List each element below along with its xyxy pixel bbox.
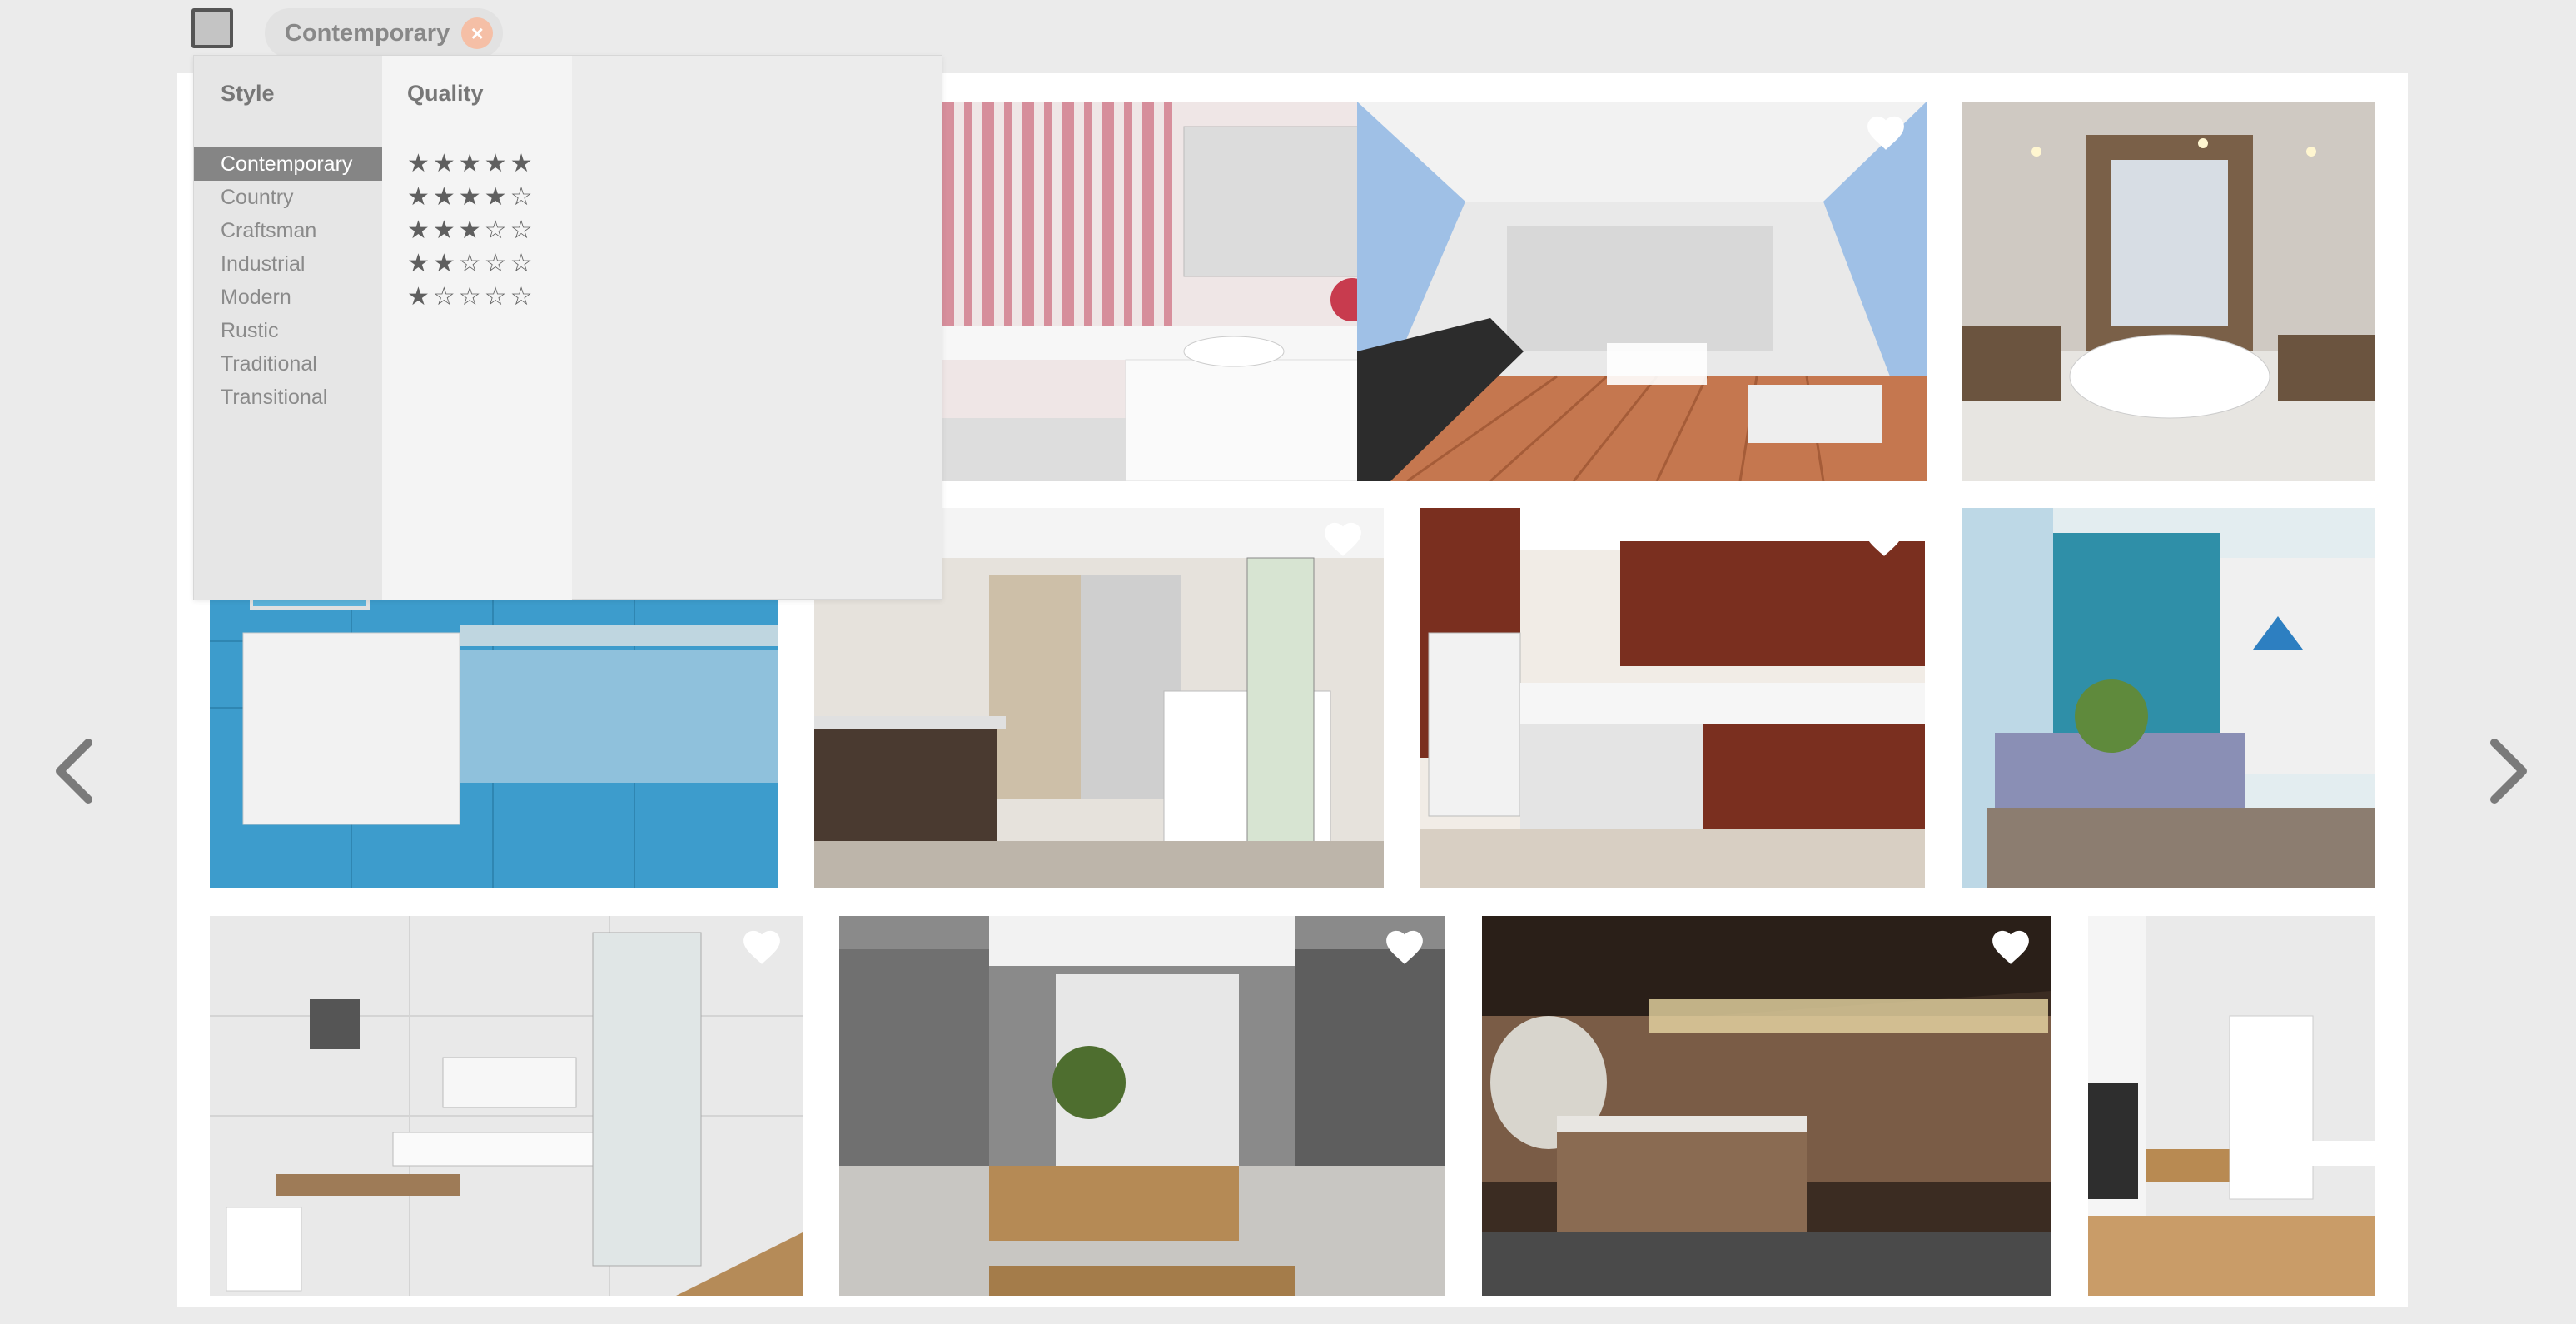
style-option[interactable]: Transitional xyxy=(194,381,382,414)
gallery-tile[interactable] xyxy=(1962,102,2375,481)
style-header: Style xyxy=(221,81,275,106)
tile-image xyxy=(1420,508,1925,888)
tile-image xyxy=(1482,916,2051,1296)
quality-option-1-star[interactable]: ★☆☆☆☆ xyxy=(407,281,535,314)
tile-image xyxy=(839,916,1445,1296)
heart-icon[interactable] xyxy=(1384,928,1425,966)
tile-image xyxy=(1962,508,2375,888)
gallery-tile[interactable] xyxy=(1482,916,2051,1296)
gallery-tile[interactable] xyxy=(1420,508,1925,888)
quality-option-4-stars[interactable]: ★★★★☆ xyxy=(407,181,535,214)
active-filter-chip: Contemporary × xyxy=(265,8,504,58)
gallery-tile[interactable] xyxy=(2088,916,2375,1296)
style-option[interactable]: Craftsman xyxy=(194,214,382,247)
chevron-right-icon[interactable] xyxy=(2483,738,2533,804)
gallery-tile[interactable] xyxy=(1357,102,1927,481)
gallery-tile[interactable] xyxy=(210,916,803,1296)
heart-icon[interactable] xyxy=(1990,928,2031,966)
quality-option-3-stars[interactable]: ★★★☆☆ xyxy=(407,214,535,247)
menu-square-icon[interactable] xyxy=(191,8,233,48)
quality-column: Quality ★★★★★ ★★★★☆ ★★★☆☆ ★★☆☆☆ ★☆☆☆☆ xyxy=(382,56,572,600)
style-option[interactable]: Industrial xyxy=(194,247,382,281)
quality-option-2-stars[interactable]: ★★☆☆☆ xyxy=(407,247,535,281)
gallery-tile[interactable] xyxy=(1962,508,2375,888)
quality-header: Quality xyxy=(407,81,484,106)
quality-option-5-stars[interactable]: ★★★★★ xyxy=(407,147,535,181)
chevron-left-icon[interactable] xyxy=(50,738,100,804)
filter-dropdown: Style Contemporary Country Craftsman Ind… xyxy=(193,55,942,600)
tile-image xyxy=(2088,916,2375,1296)
tile-image xyxy=(210,916,803,1296)
style-option[interactable]: Modern xyxy=(194,281,382,314)
heart-icon[interactable] xyxy=(741,928,783,966)
style-option[interactable]: Traditional xyxy=(194,347,382,381)
heart-icon[interactable] xyxy=(1322,520,1364,558)
close-icon[interactable]: × xyxy=(461,17,494,49)
style-column: Style Contemporary Country Craftsman Ind… xyxy=(194,56,382,600)
active-filter-label: Contemporary xyxy=(285,19,450,47)
heart-icon[interactable] xyxy=(1863,520,1905,558)
gallery-tile[interactable] xyxy=(839,916,1445,1296)
style-list: Contemporary Country Craftsman Industria… xyxy=(194,147,382,414)
heart-icon[interactable] xyxy=(1865,113,1907,152)
style-option[interactable]: Contemporary xyxy=(194,147,382,181)
style-option[interactable]: Country xyxy=(194,181,382,214)
quality-list: ★★★★★ ★★★★☆ ★★★☆☆ ★★☆☆☆ ★☆☆☆☆ xyxy=(407,147,535,314)
style-option[interactable]: Rustic xyxy=(194,314,382,347)
tile-image xyxy=(1962,102,2375,481)
tile-image xyxy=(1357,102,1927,481)
